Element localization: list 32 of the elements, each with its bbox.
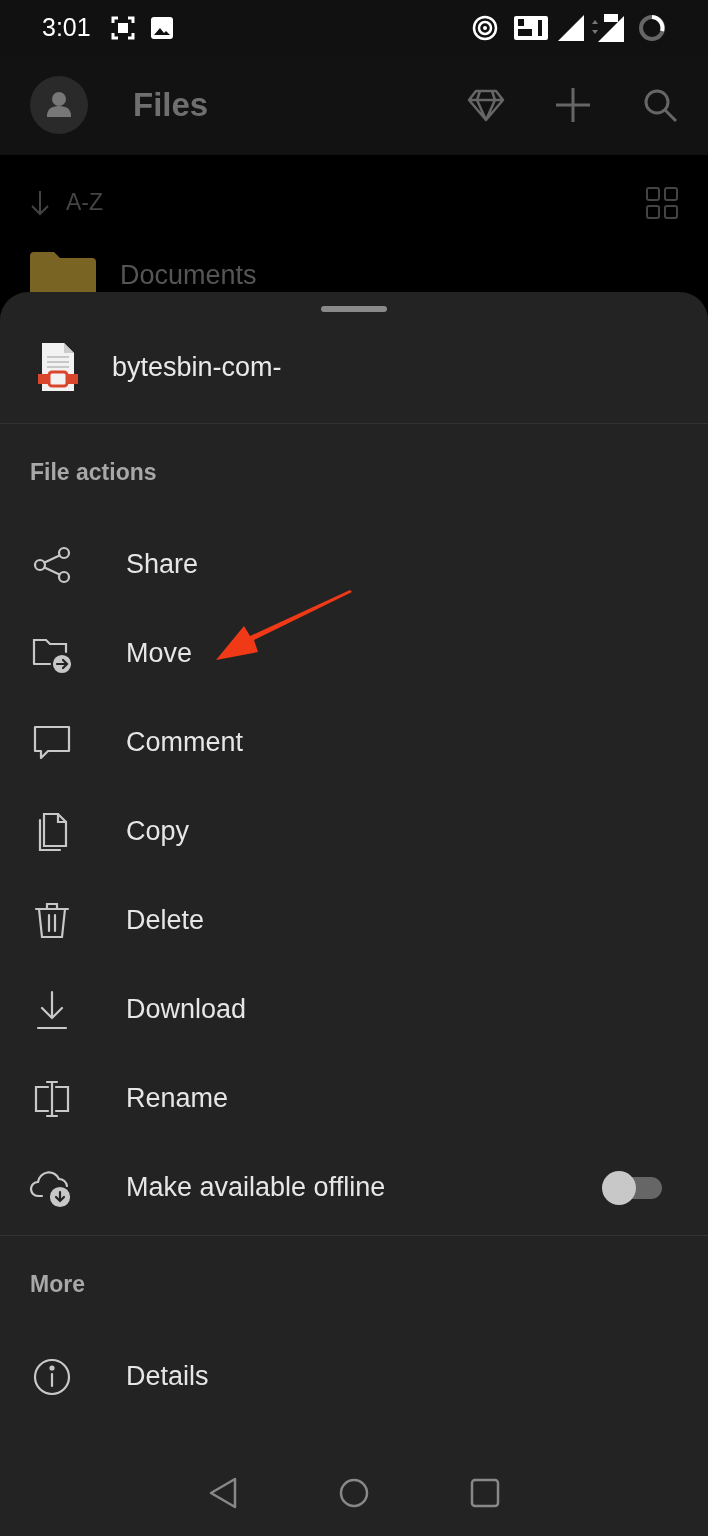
search-icon[interactable] [642,87,678,123]
home-icon[interactable] [338,1477,370,1509]
menu-item[interactable]: Details [0,1332,708,1421]
avatar-icon[interactable] [30,76,88,134]
volte-icon [514,15,548,40]
grid-view-icon[interactable] [646,186,678,219]
menu-item[interactable]: Move [0,609,708,698]
image-icon [150,16,173,39]
back-icon[interactable] [208,1476,238,1510]
section-title: File actions [29,457,158,487]
status-time: 3:01 [42,11,91,43]
menu-item[interactable]: Comment [0,698,708,787]
menu-item[interactable]: Copy [0,787,708,876]
section-title: More [29,1269,86,1299]
battery-ring-icon [638,13,666,42]
drag-handle[interactable] [321,306,387,312]
app-title: Files [133,85,209,126]
file-name: bytesbin-com- [112,351,282,385]
menu-item[interactable]: Make available offline [0,1143,708,1232]
document-file-icon [38,342,78,393]
sort-arrow-icon[interactable] [30,189,50,216]
hotspot-icon [472,14,498,41]
toggle-switch[interactable] [602,1170,662,1205]
signal-icon [558,14,584,41]
menu-item[interactable]: Share [0,520,708,609]
signal-4g-icon [590,13,624,42]
recents-icon[interactable] [470,1478,500,1508]
menu-item[interactable]: Download [0,965,708,1054]
menu-item[interactable]: Rename [0,1054,708,1143]
screenshot-icon [110,15,135,40]
menu-item[interactable]: Delete [0,876,708,965]
add-icon[interactable] [554,86,592,124]
